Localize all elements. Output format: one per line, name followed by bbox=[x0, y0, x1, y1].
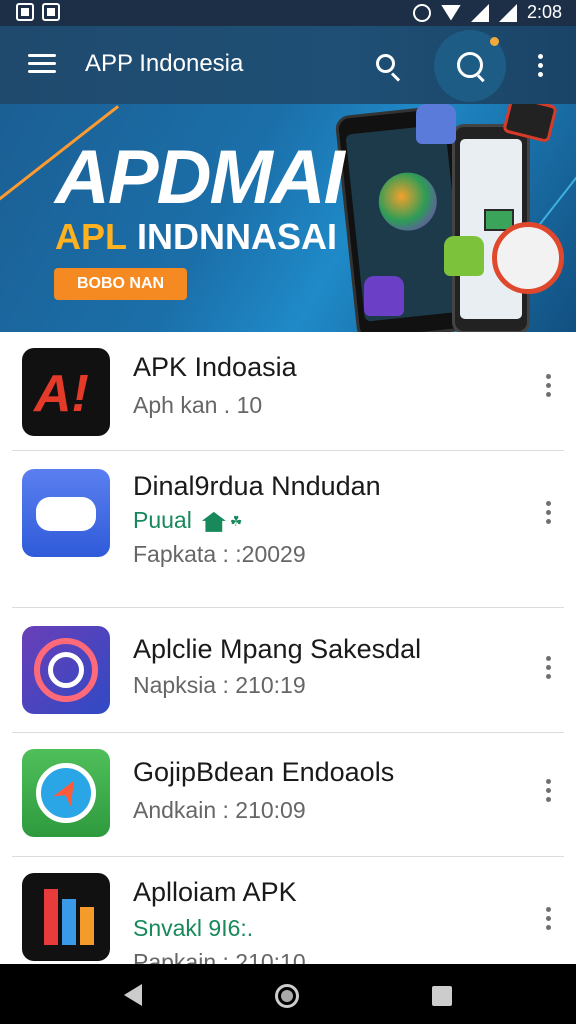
more-vert-icon[interactable] bbox=[543, 779, 553, 807]
app-icon bbox=[22, 749, 110, 837]
promo-banner[interactable]: APDMAI APL INDNNASAI BOBO NAN bbox=[0, 104, 576, 332]
signal-icon bbox=[470, 3, 489, 22]
app-meta: Napksia : 210:19 bbox=[133, 672, 306, 698]
system-nav-bar bbox=[0, 964, 576, 1024]
wifi-icon bbox=[440, 4, 461, 21]
app-icon bbox=[22, 469, 110, 557]
home-icon bbox=[201, 511, 226, 532]
system-icons: 2:08 bbox=[412, 2, 562, 23]
sim-icon bbox=[16, 3, 34, 21]
more-vert-icon[interactable] bbox=[543, 656, 553, 684]
alarm-icon bbox=[412, 3, 431, 22]
more-vert-icon[interactable] bbox=[543, 374, 553, 402]
update-search-icon[interactable] bbox=[434, 30, 506, 102]
list-item[interactable]: A! APK Indoasia Aph kan . 10 bbox=[0, 332, 576, 450]
app-name: Aplloiam APK bbox=[133, 877, 297, 907]
list-item[interactable]: GojipBdean Endoaols Andkain : 210:09 bbox=[0, 733, 576, 857]
android-robot-icon bbox=[444, 236, 484, 276]
list-item[interactable]: Aplclie Mpang Sakesdal Napksia : 210:19 bbox=[0, 608, 576, 732]
app-name: APK Indoasia bbox=[133, 352, 297, 382]
banner-subline-accent: APL bbox=[55, 216, 127, 257]
app-name: Aplclie Mpang Sakesdal bbox=[133, 634, 422, 664]
banner-subline: APL INDNNASAI bbox=[55, 216, 337, 258]
app-meta: Papkain : 210:10 bbox=[133, 949, 306, 964]
home-icon[interactable] bbox=[275, 984, 299, 1008]
image-notification-icon bbox=[42, 3, 60, 21]
app-meta: Aph kan . 10 bbox=[133, 392, 263, 418]
app-name: GojipBdean Endoaols bbox=[133, 757, 395, 787]
back-icon[interactable] bbox=[124, 984, 142, 1006]
status-bar: 2:08 bbox=[0, 0, 576, 26]
banner-cta-button[interactable]: BOBO NAN bbox=[54, 268, 187, 300]
app-icon bbox=[22, 626, 110, 714]
menu-icon[interactable] bbox=[28, 54, 56, 74]
notification-icons bbox=[16, 3, 60, 21]
android-robot-icon bbox=[364, 276, 404, 316]
app-bar: APP Indonesia bbox=[0, 26, 576, 104]
list-item[interactable]: Dinal9rdua Nndudan Puual ☘ Fapkata : :200… bbox=[0, 451, 576, 607]
app-meta: Andkain : 210:09 bbox=[133, 797, 306, 823]
app-name: Dinal9rdua Nndudan bbox=[133, 471, 381, 501]
app-icon: A! bbox=[22, 348, 110, 436]
app-status-text: Puual bbox=[133, 507, 192, 533]
battery-icon bbox=[498, 3, 517, 22]
recents-icon[interactable] bbox=[432, 986, 452, 1006]
gamepad-icon bbox=[36, 497, 96, 531]
app-title: APP Indonesia bbox=[85, 50, 244, 77]
leaf-icon: ☘ bbox=[229, 513, 243, 530]
app-icon bbox=[22, 873, 110, 961]
app-status: Snvakl 9I6:. bbox=[133, 915, 254, 941]
notification-dot bbox=[490, 37, 499, 46]
globe-icon bbox=[375, 169, 440, 234]
app-status: Puual ☘ bbox=[133, 507, 242, 534]
list-item[interactable]: Aplloiam APK Snvakl 9I6:. Papkain : 210:… bbox=[0, 857, 576, 964]
android-robot-icon bbox=[416, 104, 456, 144]
banner-headline: APDMAI bbox=[55, 135, 345, 220]
search-icon[interactable] bbox=[374, 52, 404, 82]
more-vert-icon[interactable] bbox=[543, 501, 553, 529]
gauge-illustration bbox=[492, 222, 564, 294]
status-time: 2:08 bbox=[526, 2, 562, 22]
more-vert-icon[interactable] bbox=[536, 54, 544, 80]
more-vert-icon[interactable] bbox=[543, 907, 553, 935]
app-meta: Fapkata : :20029 bbox=[133, 541, 306, 567]
banner-subline-rest: INDNNASAI bbox=[127, 216, 338, 257]
